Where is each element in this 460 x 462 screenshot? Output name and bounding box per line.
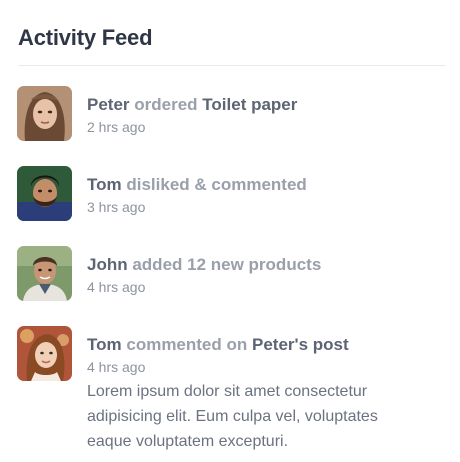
divider: [18, 65, 446, 66]
item-content: John added 12 new products 4 hrs ago: [87, 246, 321, 297]
action-text: ordered: [134, 95, 198, 114]
actor-link[interactable]: Tom: [87, 175, 122, 194]
timestamp: 3 hrs ago: [87, 199, 146, 215]
actor-link[interactable]: Peter: [87, 95, 130, 114]
item-text: Tom commented on Peter's post: [87, 334, 417, 356]
item-content: Tom disliked & commented 3 hrs ago: [87, 166, 307, 217]
avatar[interactable]: [17, 166, 72, 221]
timestamp: 4 hrs ago: [87, 359, 146, 375]
target-link[interactable]: Peter's post: [252, 335, 349, 354]
list-item: Tom disliked & commented 3 hrs ago: [17, 166, 445, 246]
list-item: John added 12 new products 4 hrs ago: [17, 246, 445, 326]
avatar[interactable]: [17, 86, 72, 141]
comment-text: Lorem ipsum dolor sit amet consectetur a…: [87, 383, 378, 450]
timestamp: 4 hrs ago: [87, 279, 146, 295]
item-text: John added 12 new products: [87, 254, 321, 276]
page-title: Activity Feed: [18, 25, 153, 50]
action-text: commented on: [126, 335, 248, 354]
action-text: disliked & commented: [126, 175, 307, 194]
actor-link[interactable]: Tom: [87, 335, 122, 354]
activity-list: Peter ordered Toilet paper 2 hrs ago Tom: [17, 86, 445, 454]
item-text: Tom disliked & commented: [87, 174, 307, 196]
item-text: Peter ordered Toilet paper: [87, 94, 297, 116]
action-text: added 12 new products: [132, 255, 322, 274]
avatar[interactable]: [17, 246, 72, 301]
avatar[interactable]: [17, 326, 72, 381]
item-content: Tom commented on Peter's post 4 hrs ago …: [87, 326, 417, 454]
target-link[interactable]: Toilet paper: [202, 95, 297, 114]
item-content: Peter ordered Toilet paper 2 hrs ago: [87, 86, 297, 137]
actor-link[interactable]: John: [87, 255, 128, 274]
list-item: Tom commented on Peter's post 4 hrs ago …: [17, 326, 445, 454]
timestamp: 2 hrs ago: [87, 119, 146, 135]
list-item: Peter ordered Toilet paper 2 hrs ago: [17, 86, 445, 166]
